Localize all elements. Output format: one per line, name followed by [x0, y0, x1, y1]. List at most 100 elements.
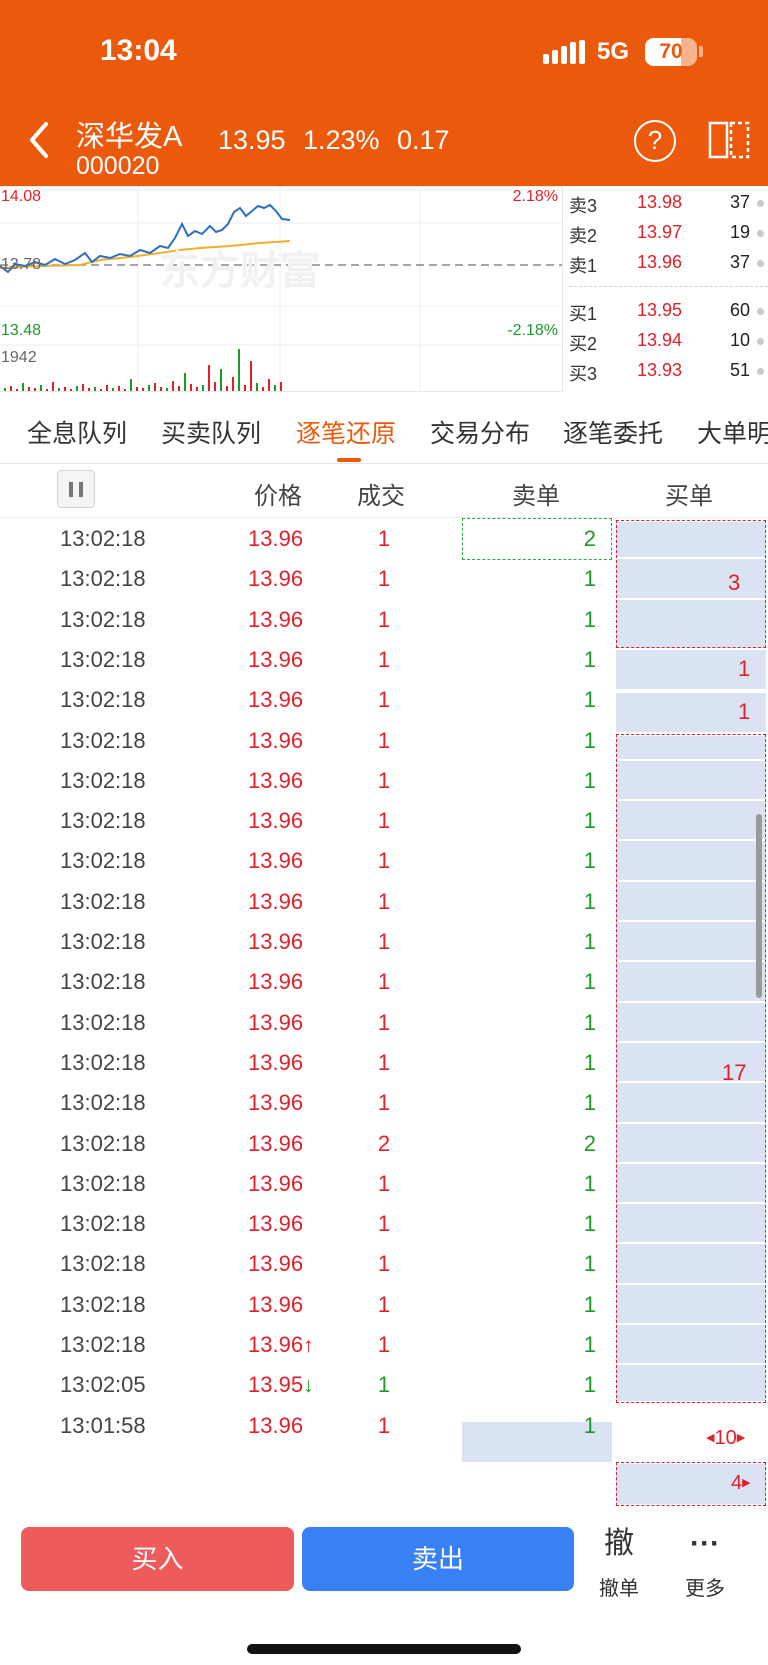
scrollbar[interactable]: [756, 814, 762, 998]
table-row[interactable]: 13:02:18 13.96 1 1: [0, 639, 768, 682]
sell-order: 1: [583, 1211, 596, 1237]
tick-volume: 1: [377, 646, 391, 672]
stock-code: 000020: [76, 152, 160, 180]
volume-bar: [160, 387, 162, 391]
volume-bar: [100, 389, 102, 391]
tick-time: 13:02:18: [60, 526, 146, 551]
tick-price: 13.96: [248, 929, 304, 954]
top-header: 13:04 5G 70 深华发A 000020 13.95 1.23% 0.17…: [0, 0, 768, 186]
sell-order: 1: [583, 1332, 596, 1357]
table-row[interactable]: 13:02:18 13.96 1 1: [0, 558, 768, 601]
tick-time: 13:01:58: [60, 1412, 146, 1438]
table-row[interactable]: 13:02:18 13.96 1 1: [0, 599, 768, 642]
tab-full-queue[interactable]: 全息队列: [27, 414, 127, 450]
volume-bar: [148, 385, 150, 391]
table-row[interactable]: 13:02:18 13.96 1 1: [0, 1042, 768, 1085]
buy-button[interactable]: 买入: [21, 1527, 294, 1591]
tick-time: 13:02:18: [60, 687, 146, 713]
switch-layout-icon[interactable]: [708, 120, 750, 160]
volume-bar: [94, 387, 96, 391]
tick-volume: 1: [377, 526, 391, 551]
tick-price: 13.96: [248, 526, 304, 551]
volume-bar: [136, 387, 138, 391]
tick-price: 13.96: [248, 1412, 304, 1438]
tick-time: 13:02:18: [60, 929, 146, 954]
table-row[interactable]: 13:02:18 13.96 1 1: [0, 679, 768, 722]
tick-volume: 1: [377, 606, 391, 632]
tick-price: 13.96: [248, 1170, 304, 1196]
intraday-mini-chart[interactable]: 14.08 13.78 13.48 2.18% -2.18% 1942 东方财富: [0, 186, 562, 392]
back-icon[interactable]: [22, 118, 58, 162]
more-button[interactable]: ··· 更多: [680, 1524, 730, 1601]
sell-order: 1: [583, 848, 596, 874]
volume-bar: [52, 382, 54, 391]
table-row[interactable]: 13:02:18 13.96 1 1: [0, 881, 768, 924]
volume-bar: [28, 387, 30, 391]
column-price: 价格: [254, 483, 302, 510]
table-row[interactable]: 13:01:58 13.96 1 1: [0, 1405, 768, 1448]
table-row[interactable]: 13:02:18 13.96 1 1: [0, 1203, 768, 1246]
volume-bar: [184, 373, 186, 391]
table-row[interactable]: 13:02:18 13.96 2 2: [0, 1123, 768, 1166]
tick-time: 13:02:18: [60, 1251, 146, 1277]
tab-large-orders[interactable]: 大单明: [697, 414, 768, 450]
volume-bar: [46, 389, 48, 391]
tab-bid-ask-queue[interactable]: 买卖队列: [161, 414, 261, 450]
tick-volume: 1: [377, 808, 391, 834]
volume-bar: [178, 386, 180, 391]
table-row[interactable]: 13:02:18 13.96 1 2: [0, 518, 768, 561]
table-row[interactable]: 13:02:18 13.96 1 1: [0, 1002, 768, 1045]
tick-price: 13.96: [248, 848, 304, 874]
volume-bar: [214, 382, 216, 391]
help-icon[interactable]: ?: [634, 120, 676, 162]
tick-volume: 1: [377, 1211, 391, 1237]
sell-order: 1: [583, 1090, 596, 1116]
sell-order: 1: [583, 1412, 596, 1438]
table-row[interactable]: 13:02:18 13.96 1 1: [0, 921, 768, 964]
battery-icon: 70: [645, 38, 697, 66]
change-amount: 0.17: [397, 125, 450, 155]
table-row[interactable]: 13:02:18 13.96 1 1: [0, 840, 768, 883]
bid-row-3: 买3 13.93 51: [569, 356, 768, 386]
volume-bar: [226, 386, 228, 391]
tab-trade-distribution[interactable]: 交易分布: [430, 414, 530, 450]
table-row[interactable]: 13:02:18 13.96 1 1: [0, 1163, 768, 1206]
volume-bar: [172, 381, 174, 391]
sell-order: 1: [583, 969, 596, 995]
more-icon: ···: [690, 1527, 720, 1560]
chart-high-label: 14.08: [1, 188, 42, 205]
tick-volume: 1: [377, 687, 391, 713]
table-row[interactable]: 13:02:18 13.96 1 1: [0, 961, 768, 1004]
bottom-bar: 买入 卖出 撤 撤单 ··· 更多: [0, 1510, 768, 1665]
tick-price: 13.95↓: [248, 1372, 314, 1398]
tick-price: 13.96: [248, 606, 304, 632]
volume-bar: [22, 383, 24, 391]
table-row[interactable]: 13:02:18 13.96 1 1: [0, 1284, 768, 1327]
tick-time: 13:02:18: [60, 646, 146, 672]
table-row[interactable]: 13:02:18 13.96 1 1: [0, 1243, 768, 1286]
table-row[interactable]: 13:02:18 13.96 1 1: [0, 800, 768, 843]
tick-volume: 1: [377, 929, 391, 954]
table-row[interactable]: 13:02:05 13.95↓ 1 1: [0, 1364, 768, 1407]
volume-bar: [112, 388, 114, 391]
tab-tick-orders[interactable]: 逐笔委托: [563, 414, 663, 450]
tick-time: 13:02:18: [60, 566, 146, 592]
cancel-order-button[interactable]: 撤 撤单: [594, 1524, 644, 1601]
sell-order: 1: [583, 767, 596, 793]
tick-volume: 1: [377, 1049, 391, 1075]
volume-bar: [202, 385, 204, 391]
sell-button[interactable]: 卖出: [302, 1527, 574, 1591]
table-row[interactable]: 13:02:18 13.96 1 1: [0, 1082, 768, 1125]
pause-button[interactable]: [57, 470, 95, 508]
table-row[interactable]: 13:02:18 13.96↑ 1 1: [0, 1324, 768, 1367]
tick-volume: 1: [377, 1332, 391, 1357]
chart-volume-label: 1942: [1, 349, 37, 366]
tick-time: 13:02:18: [60, 888, 146, 914]
tick-volume: 1: [377, 727, 391, 753]
tab-tick-restore[interactable]: 逐笔还原: [296, 414, 396, 450]
table-row[interactable]: 13:02:18 13.96 1 1: [0, 760, 768, 803]
tick-volume: 1: [377, 1251, 391, 1277]
order-book-divider: [569, 286, 768, 287]
tick-price: 13.96: [248, 969, 304, 995]
table-row[interactable]: 13:02:18 13.96 1 1: [0, 720, 768, 763]
